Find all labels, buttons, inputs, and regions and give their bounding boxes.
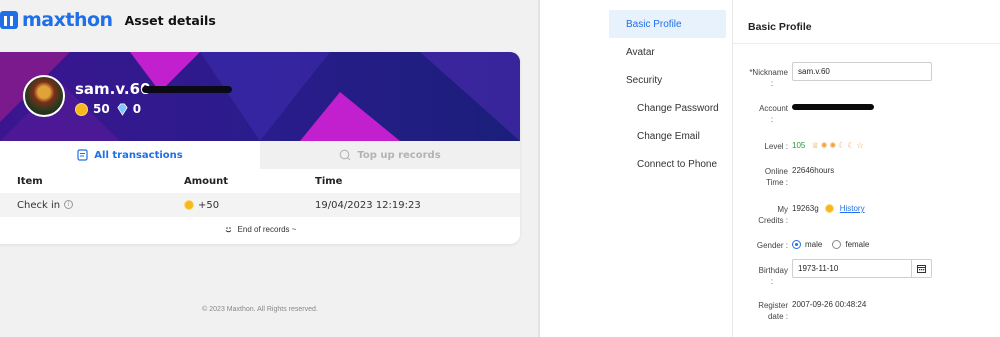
gender-female-label: female bbox=[845, 240, 870, 249]
nickname-label: *Nickname : bbox=[736, 67, 788, 89]
level-value: 105 bbox=[792, 141, 806, 150]
gender-male-label: male bbox=[805, 240, 823, 249]
header-item: Item bbox=[17, 175, 43, 187]
coin-icon bbox=[75, 102, 88, 116]
tab-all-transactions[interactable]: All transactions bbox=[0, 141, 260, 169]
username: sam.v.60 bbox=[75, 80, 151, 98]
nickname-label-colon: : bbox=[770, 79, 774, 88]
moon-icon: ☾ bbox=[847, 141, 855, 151]
credits-label-text: My bbox=[777, 205, 788, 214]
row-time: 19/04/2023 12:19:23 bbox=[315, 199, 421, 211]
asset-details-pane: maxthon Asset details sam.v.60 50 0 All … bbox=[0, 0, 538, 337]
crown-icon: ♕ bbox=[811, 141, 819, 151]
account-label: Account : bbox=[736, 103, 788, 125]
section-title: Basic Profile bbox=[748, 21, 812, 33]
calendar-icon bbox=[917, 265, 926, 273]
sun-icon: ✺ bbox=[820, 141, 828, 151]
maxthon-logo-icon bbox=[0, 11, 18, 29]
credits-value: 19263g bbox=[792, 204, 819, 213]
row-item-label: Check in bbox=[17, 199, 61, 211]
online-time-label: Online Time : bbox=[736, 166, 788, 188]
info-icon[interactable]: i bbox=[64, 200, 74, 209]
register-date-label-text: Register bbox=[758, 301, 788, 310]
credits-label-text2: Credits : bbox=[758, 216, 788, 225]
tab-all-transactions-label: All transactions bbox=[94, 149, 183, 161]
balance-stats: 50 0 bbox=[75, 102, 141, 116]
redacted-account bbox=[792, 104, 874, 110]
register-date-value: 2007-09-26 00:48:24 bbox=[792, 300, 867, 309]
avatar[interactable] bbox=[23, 75, 65, 117]
birthday-label: Birthday : bbox=[736, 265, 788, 287]
sidebar-item-basic-profile[interactable]: Basic Profile bbox=[609, 10, 726, 38]
gender-label: Gender : bbox=[756, 241, 788, 250]
section-divider bbox=[733, 43, 1000, 44]
nickname-field[interactable]: sam.v.60 bbox=[792, 62, 932, 81]
settings-sidebar: Basic Profile Avatar Security Change Pas… bbox=[609, 10, 726, 178]
sidebar-item-avatar[interactable]: Avatar bbox=[609, 38, 726, 66]
sidebar-item-change-password[interactable]: Change Password bbox=[609, 94, 726, 122]
records-tabs: All transactions Top up records bbox=[0, 141, 520, 169]
sidebar-item-connect-to-phone[interactable]: Connect to Phone bbox=[609, 150, 726, 178]
tab-top-up-records-label: Top up records bbox=[357, 149, 441, 161]
birthday-label-colon: : bbox=[770, 277, 774, 286]
credits-value-row: 19263g History bbox=[792, 204, 865, 213]
register-date-label: Register date : bbox=[736, 300, 788, 322]
coin-icon bbox=[824, 204, 834, 213]
star-icon: ☆ bbox=[856, 141, 864, 151]
row-item: Check in i bbox=[17, 199, 74, 211]
end-of-records: End of records ~ bbox=[0, 219, 520, 239]
online-time-value: 22646hours bbox=[792, 166, 835, 175]
asset-card: sam.v.60 50 0 All transactions Top up re… bbox=[0, 52, 520, 244]
table-header: Item Amount Time bbox=[0, 169, 520, 193]
smile-icon bbox=[225, 226, 231, 232]
coin-icon bbox=[184, 200, 194, 210]
receipt-icon bbox=[77, 149, 88, 161]
calendar-button[interactable] bbox=[911, 260, 931, 277]
profile-banner: sam.v.60 50 0 bbox=[0, 52, 520, 141]
coin-count: 50 bbox=[93, 102, 110, 116]
birthday-label-text: Birthday bbox=[758, 266, 788, 275]
page-title: Asset details bbox=[124, 12, 216, 28]
history-link[interactable]: History bbox=[840, 204, 865, 213]
diamond-icon bbox=[117, 103, 128, 116]
level-label: Level : bbox=[764, 142, 788, 151]
online-time-label-text: Online bbox=[764, 167, 788, 176]
diamond-count: 0 bbox=[132, 102, 142, 116]
level-badges: ♕ ✺ ✺ ☾ ☾ ☆ bbox=[812, 141, 864, 150]
gender-options: male female bbox=[792, 240, 869, 249]
credits-label: My Credits : bbox=[736, 204, 788, 226]
sidebar-item-security[interactable]: Security bbox=[609, 66, 726, 94]
moon-icon: ☾ bbox=[838, 141, 846, 151]
header-amount: Amount bbox=[184, 175, 229, 187]
gender-male-radio[interactable] bbox=[792, 240, 801, 249]
coin-search-icon bbox=[339, 149, 351, 161]
brand-name: maxthon bbox=[22, 9, 113, 31]
header-time: Time bbox=[315, 175, 343, 187]
online-time-label-text2: Time : bbox=[766, 178, 788, 187]
account-label-colon: : bbox=[770, 115, 774, 124]
redacted-name bbox=[142, 86, 232, 93]
nickname-label-text: *Nickname bbox=[749, 68, 788, 77]
sun-icon: ✺ bbox=[829, 141, 837, 151]
birthday-field[interactable]: 1973-11-10 bbox=[792, 259, 932, 278]
level-value-row: 105 ♕ ✺ ✺ ☾ ☾ ☆ bbox=[792, 141, 864, 150]
end-of-records-text: End of records ~ bbox=[237, 224, 297, 234]
row-amount-value: +50 bbox=[198, 199, 220, 211]
profile-settings-pane: Basic Profile Avatar Security Change Pas… bbox=[540, 0, 1000, 337]
birthday-value: 1973-11-10 bbox=[798, 264, 839, 273]
sidebar-divider bbox=[732, 0, 733, 337]
footer-copyright: © 2023 Maxthon. All Rights reserved. bbox=[202, 306, 318, 313]
table-row: Check in i +50 19/04/2023 12:19:23 bbox=[0, 193, 520, 217]
gender-female-radio[interactable] bbox=[832, 240, 842, 249]
row-amount: +50 bbox=[184, 200, 219, 211]
sidebar-item-change-email[interactable]: Change Email bbox=[609, 122, 726, 150]
account-label-text: Account bbox=[759, 104, 788, 113]
tab-top-up-records[interactable]: Top up records bbox=[260, 141, 520, 169]
register-date-label-text2: date : bbox=[767, 312, 788, 321]
brand-header: maxthon Asset details bbox=[0, 9, 216, 31]
